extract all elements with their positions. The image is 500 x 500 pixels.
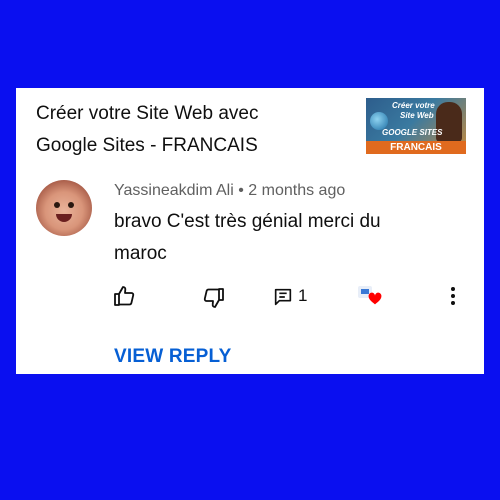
video-title-line1: Créer votre Site Web avec (36, 103, 259, 124)
comment-time[interactable]: 2 months ago (248, 182, 345, 199)
thumbnail-text-4: FRANCAIS (366, 141, 466, 154)
reply-count: 1 (298, 286, 308, 305)
thumbnail-text-3: GOOGLE SITES (382, 128, 443, 137)
comment-actions: 1 (16, 284, 484, 310)
video-title[interactable]: Créer votre Site Web avec Google Sites -… (36, 98, 356, 162)
comment-text: bravo C'est très génial merci du maroc (114, 206, 444, 270)
comment-icon[interactable] (272, 286, 294, 308)
creator-heart-icon (356, 284, 384, 310)
comment-text-line1: bravo C'est très génial merci du (114, 211, 381, 232)
avatar-eye-right (68, 202, 74, 208)
thumb-down-icon[interactable] (202, 286, 226, 310)
video-thumbnail[interactable]: Créer votre Site Web GOOGLE SITES FRANCA… (366, 98, 466, 154)
comment-meta: Yassineakdim Ali • 2 months ago (114, 182, 345, 200)
avatar[interactable] (36, 180, 92, 236)
video-title-line2: Google Sites - FRANCAIS (36, 135, 258, 156)
thumbnail-text-2: Site Web (400, 111, 434, 120)
meta-separator: • (238, 182, 244, 199)
comment-card: Créer votre Site Web avec Google Sites -… (16, 88, 484, 374)
more-vert-icon[interactable] (446, 284, 460, 308)
comment-text-line2: maroc (114, 243, 167, 264)
author-name[interactable]: Yassineakdim Ali (114, 182, 234, 199)
thumb-up-icon[interactable] (112, 284, 136, 308)
thumbnail-text-1: Créer votre (392, 101, 435, 110)
avatar-mouth (56, 214, 72, 222)
avatar-eye-left (54, 202, 60, 208)
heart-icon (368, 292, 382, 305)
view-reply-button[interactable]: VIEW REPLY (114, 346, 231, 368)
